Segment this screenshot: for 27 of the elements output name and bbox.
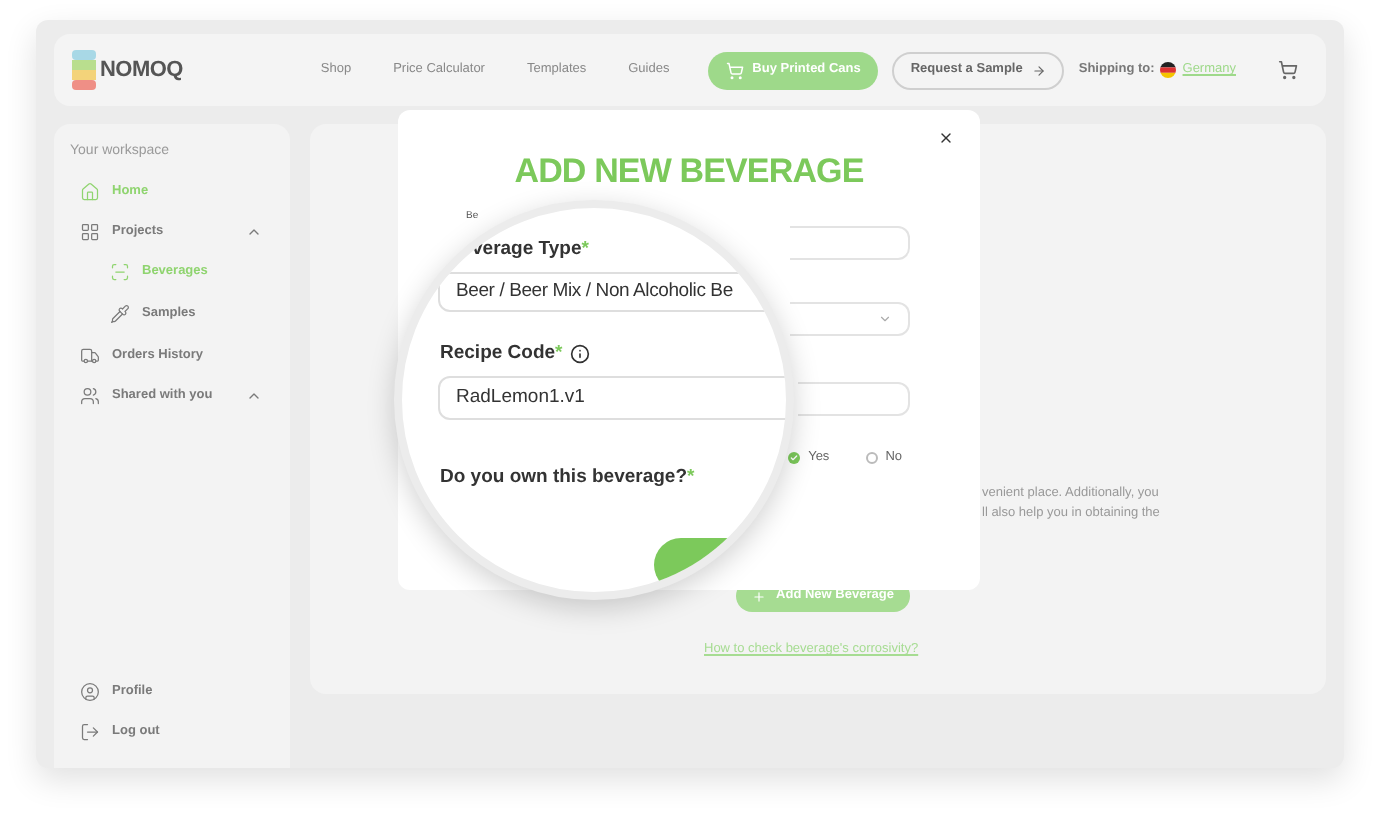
field-label: Recipe Code*	[440, 344, 563, 364]
cart-icon	[726, 61, 745, 79]
input-field[interactable]: RadLemon1.v1	[438, 376, 786, 420]
input-field[interactable]	[790, 226, 910, 260]
item-icon	[110, 262, 130, 282]
cart-icon[interactable]	[1278, 60, 1298, 80]
radio-button[interactable]	[865, 451, 878, 464]
item-icon	[80, 181, 100, 201]
arrow-right-icon	[1032, 63, 1047, 77]
info-icon[interactable]	[570, 344, 591, 365]
select-field[interactable]	[790, 302, 910, 336]
modal-title: ADD NEW BEVERAGE	[514, 154, 864, 188]
input-field[interactable]	[798, 382, 910, 416]
item-icon	[80, 722, 100, 742]
flag-icon	[1160, 62, 1177, 78]
item-icon	[110, 304, 130, 324]
logo-text: NOMOQ	[100, 55, 183, 86]
item-icon	[80, 385, 100, 405]
item-icon	[80, 345, 100, 365]
item-icon	[80, 682, 100, 702]
field-label: verage Type*	[472, 240, 591, 259]
radio-button[interactable]	[788, 451, 801, 464]
chevron-down-icon	[878, 312, 892, 326]
item-icon	[80, 221, 100, 241]
field-label: Do you own this beverage?*	[440, 467, 697, 487]
close-icon[interactable]	[938, 130, 954, 146]
logo-icon	[72, 50, 96, 90]
